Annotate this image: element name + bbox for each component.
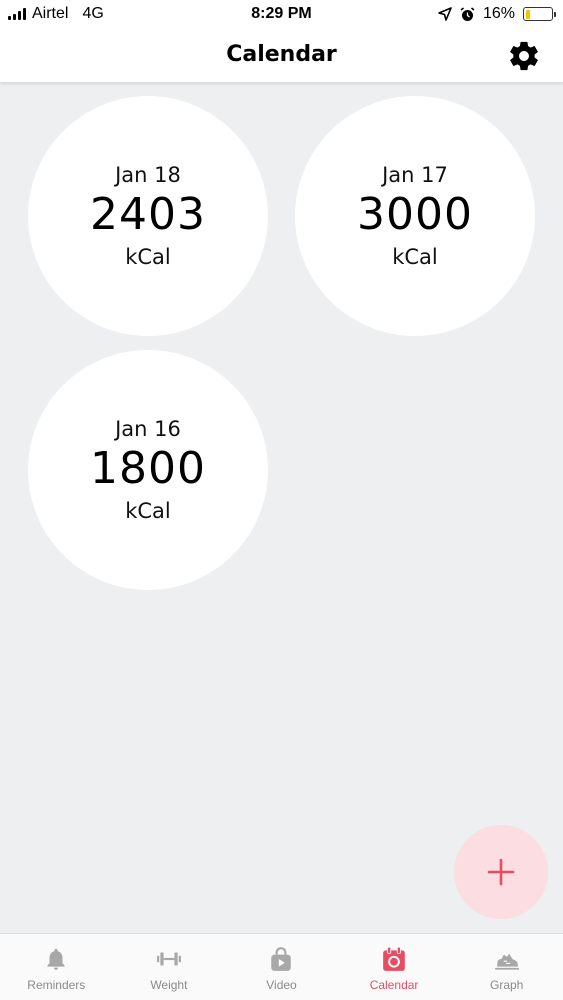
location-arrow-icon	[438, 7, 452, 21]
tab-label: Calendar	[369, 978, 419, 992]
status-right: 16%	[438, 5, 556, 23]
battery-fill	[525, 9, 530, 19]
dumbbell-icon	[156, 952, 181, 966]
tab-graph[interactable]: Graph	[450, 934, 563, 1000]
tab-weight[interactable]: Weight	[113, 934, 226, 1000]
day-calories: 2403	[90, 189, 206, 240]
tab-bar: Reminders Weight Video Calendar Graph	[0, 933, 563, 1000]
battery-percent: 16%	[482, 5, 515, 22]
calendar-icon	[383, 946, 405, 971]
add-entry-button[interactable]	[454, 825, 548, 919]
tab-reminders[interactable]: Reminders	[0, 934, 113, 1000]
app-header: Calendar	[0, 30, 563, 82]
alarm-icon	[460, 6, 475, 21]
tab-calendar[interactable]: Calendar	[338, 934, 451, 1000]
bell-icon	[47, 948, 65, 970]
day-card-jan-16[interactable]: Jan 16 1800 kCal	[28, 350, 268, 590]
tab-label: Reminders	[27, 978, 86, 992]
day-date: Jan 16	[115, 417, 181, 441]
tab-label: Graph	[489, 978, 524, 992]
day-calories: 3000	[357, 189, 473, 240]
tab-video[interactable]: Video	[225, 934, 338, 1000]
shoe-icon	[494, 953, 519, 970]
day-date: Jan 17	[382, 163, 448, 187]
day-card-jan-17[interactable]: Jan 17 3000 kCal	[295, 96, 535, 336]
settings-button[interactable]	[507, 39, 541, 73]
gear-icon	[510, 41, 538, 71]
day-unit: kCal	[392, 245, 438, 269]
page-title: Calendar	[226, 42, 337, 67]
day-date: Jan 18	[115, 163, 181, 187]
day-calories: 1800	[90, 443, 206, 494]
plus-icon	[487, 858, 515, 886]
tab-label: Weight	[150, 978, 188, 992]
day-unit: kCal	[125, 245, 171, 269]
video-icon	[271, 947, 292, 971]
status-bar: Airtel 4G 8:29 PM 16%	[0, 0, 563, 30]
tab-label: Video	[266, 978, 297, 992]
battery-icon	[523, 7, 556, 21]
day-unit: kCal	[125, 499, 171, 523]
day-card-jan-18[interactable]: Jan 18 2403 kCal	[28, 96, 268, 336]
